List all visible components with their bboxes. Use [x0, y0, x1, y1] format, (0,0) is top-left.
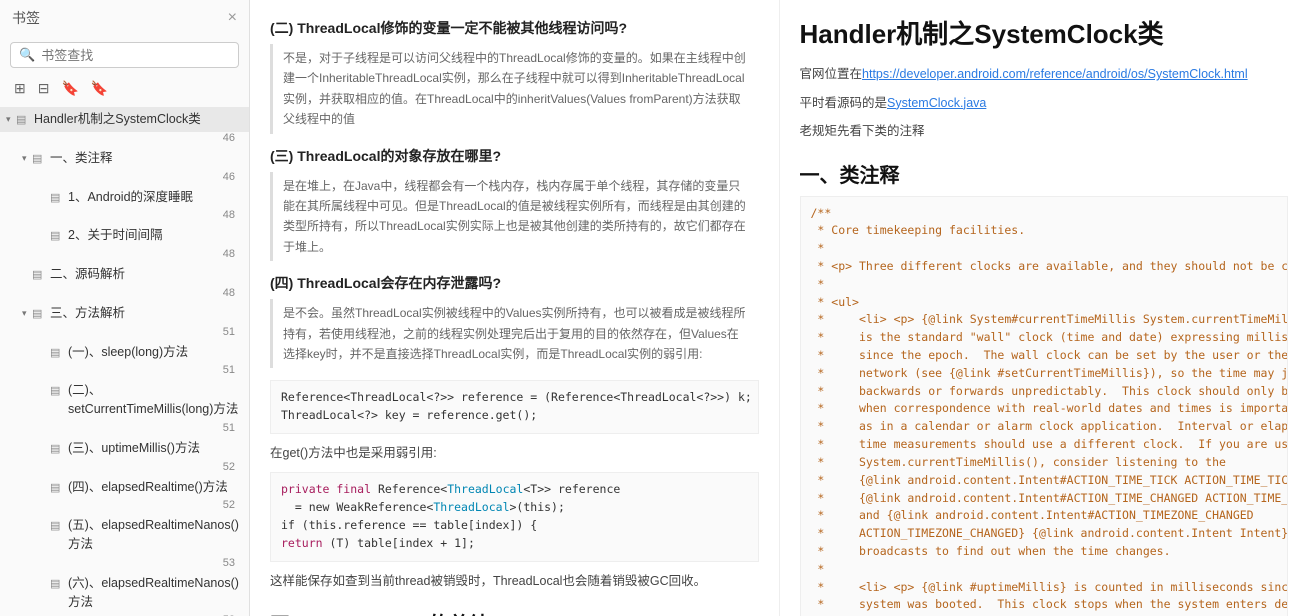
- code-reference: Reference<ThreadLocal<?>> reference = (R…: [270, 380, 759, 434]
- bookmark-list[interactable]: ▾▤Handler机制之SystemClock类46▾▤一、类注释46▤1、An…: [0, 103, 249, 616]
- link-source[interactable]: SystemClock.java: [887, 96, 986, 110]
- content-area: (二) ThreadLocal修饰的变量一定不能被其他线程访问吗? 不是，对于子…: [250, 0, 1308, 616]
- bookmark-item[interactable]: ▤(四)、elapsedRealtime()方法: [0, 475, 249, 500]
- close-icon[interactable]: ×: [228, 9, 237, 27]
- search-icon: 🔍: [19, 47, 35, 63]
- heading-class-comment: 一、类注释: [800, 159, 1289, 188]
- bookmark-page: 52: [0, 499, 249, 513]
- heading-q2: (二) ThreadLocal修饰的变量一定不能被其他线程访问吗?: [270, 18, 759, 38]
- bookmark-item[interactable]: ▤1、Android的深度睡眠: [0, 185, 249, 210]
- bookmark-item[interactable]: ▤(三)、uptimeMillis()方法: [0, 436, 249, 461]
- bookmark-item[interactable]: ▾▤三、方法解析: [0, 301, 249, 326]
- quote-4: 是不会。虽然ThreadLocal实例被线程中的Values实例所持有，也可以被…: [270, 299, 759, 368]
- search-input[interactable]: [41, 48, 230, 63]
- bookmark-page: 48: [0, 209, 249, 223]
- bookmark-page: 46: [0, 171, 249, 185]
- bookmark-alt-icon[interactable]: 🔖: [91, 80, 108, 97]
- app-root: 书签 × 🔍 ⊞ ⊟ 🔖 🔖 ▾▤Handler机制之SystemClock类4…: [0, 0, 1308, 616]
- heading-q4: (四) ThreadLocal会存在内存泄露吗?: [270, 273, 759, 293]
- search-wrap: 🔍: [0, 36, 249, 74]
- page-title: Handler机制之SystemClock类: [800, 14, 1289, 51]
- bookmark-item[interactable]: ▾▤一、类注释: [0, 146, 249, 171]
- page-right[interactable]: Handler机制之SystemClock类 官网位置在https://deve…: [780, 0, 1308, 616]
- quote-3: 是在堆上，在Java中，线程都会有一个栈内存，栈内存属于单个线程，其存储的变量只…: [270, 172, 759, 262]
- bookmarks-sidebar: 书签 × 🔍 ⊞ ⊟ 🔖 🔖 ▾▤Handler机制之SystemClock类4…: [0, 0, 250, 616]
- link-official[interactable]: https://developer.android.com/reference/…: [862, 67, 1248, 81]
- bookmark-page: 51: [0, 326, 249, 340]
- bookmark-page: 52: [0, 461, 249, 475]
- heading-summary: 四、ThreadLocal的总结: [270, 608, 759, 616]
- bookmark-icon[interactable]: 🔖: [61, 80, 78, 97]
- bookmark-item[interactable]: ▤(六)、elapsedRealtimeNanos()方法: [0, 571, 249, 615]
- code-weakref: private final Reference<ThreadLocal<T>> …: [270, 472, 759, 561]
- bookmark-item[interactable]: ▾▤Handler机制之SystemClock类: [0, 107, 249, 132]
- page-left[interactable]: (二) ThreadLocal修饰的变量一定不能被其他线程访问吗? 不是，对于子…: [250, 0, 780, 616]
- bookmark-page: 46: [0, 132, 249, 146]
- sidebar-header: 书签 ×: [0, 0, 249, 36]
- bookmark-item[interactable]: ▤二、源码解析: [0, 262, 249, 287]
- para-weak: 这样能保存如查到当前thread被销毁时，ThreadLocal也会随着销毁被G…: [270, 570, 759, 593]
- bookmark-item[interactable]: ▤(五)、elapsedRealtimeNanos()方法: [0, 513, 249, 557]
- heading-q3: (三) ThreadLocal的对象存放在哪里?: [270, 146, 759, 166]
- para-loc1: 官网位置在https://developer.android.com/refer…: [800, 63, 1289, 86]
- bookmark-item[interactable]: ▤2、关于时间间隔: [0, 223, 249, 248]
- bookmark-page: 51: [0, 364, 249, 378]
- bookmark-page: 48: [0, 248, 249, 262]
- para-rule: 老规矩先看下类的注释: [800, 120, 1289, 143]
- collapse-icon[interactable]: ⊟: [38, 80, 50, 97]
- para-loc2: 平时看源码的是SystemClock.java: [800, 92, 1289, 115]
- bookmark-item[interactable]: ▤(二)、setCurrentTimeMillis(long)方法: [0, 378, 249, 422]
- bookmark-page: 53: [0, 557, 249, 571]
- bookmark-page: 51: [0, 422, 249, 436]
- bookmark-page: 48: [0, 287, 249, 301]
- search-box[interactable]: 🔍: [10, 42, 239, 68]
- code-class-comment: /** * Core timekeeping facilities. * * <…: [800, 196, 1289, 616]
- expand-icon[interactable]: ⊞: [14, 80, 26, 97]
- quote-2: 不是，对于子线程是可以访问父线程中的ThreadLocal修饰的变量的。如果在主…: [270, 44, 759, 134]
- sidebar-toolbar: ⊞ ⊟ 🔖 🔖: [0, 74, 249, 103]
- sidebar-title: 书签: [12, 8, 40, 28]
- para-get: 在get()方法中也是采用弱引用:: [270, 442, 759, 465]
- bookmark-item[interactable]: ▤(一)、sleep(long)方法: [0, 340, 249, 365]
